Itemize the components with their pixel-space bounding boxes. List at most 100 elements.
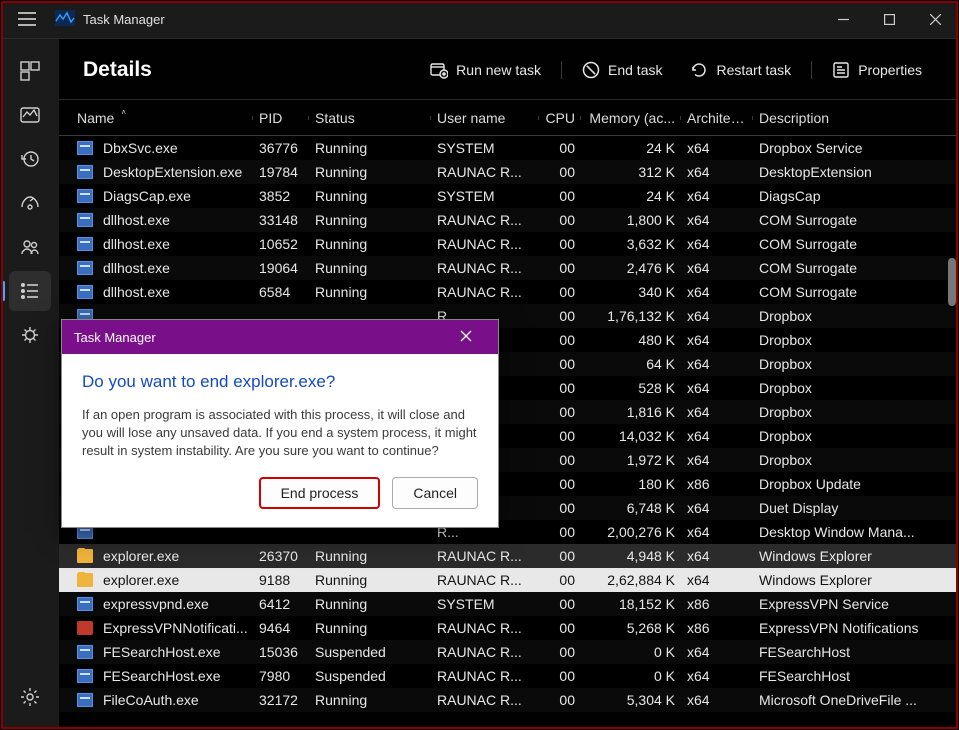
process-cpu: 00 [539,236,581,252]
process-memory: 0 K [581,644,681,660]
table-row[interactable]: dllhost.exe19064RunningRAUNAC R...002,47… [59,256,958,280]
process-name: ExpressVPNNotificati... [103,620,248,636]
nav-app-history[interactable] [9,139,51,179]
process-cpu: 00 [539,476,581,492]
process-arch: x64 [681,548,753,564]
process-description: Desktop Window Mana... [753,524,958,540]
end-process-button[interactable]: End process [259,477,381,509]
table-row[interactable]: dllhost.exe33148RunningRAUNAC R...001,80… [59,208,958,232]
nav-services[interactable] [9,315,51,355]
table-row[interactable]: explorer.exe26370RunningRAUNAC R...004,9… [59,544,958,568]
process-icon [77,237,93,251]
table-row[interactable]: expressvpnd.exe6412RunningSYSTEM0018,152… [59,592,958,616]
process-pid: 19064 [253,260,309,276]
nav-performance[interactable] [9,95,51,135]
window-maximize[interactable] [866,1,912,39]
table-row[interactable]: dllhost.exe6584RunningRAUNAC R...00340 K… [59,280,958,304]
dialog-titlebar[interactable]: Task Manager [62,320,498,354]
process-arch: x64 [681,500,753,516]
process-status: Running [309,164,431,180]
process-icon [77,141,93,155]
process-memory: 64 K [581,356,681,372]
process-description: Dropbox Service [753,140,958,156]
process-memory: 24 K [581,188,681,204]
table-row[interactable]: explorer.exe9188RunningRAUNAC R...002,62… [59,568,958,592]
process-cpu: 00 [539,620,581,636]
process-name: dllhost.exe [103,284,170,300]
column-cpu[interactable]: CPU [539,110,581,126]
process-name: DbxSvc.exe [103,140,178,156]
process-cpu: 00 [539,428,581,444]
process-pid: 36776 [253,140,309,156]
process-arch: x64 [681,404,753,420]
column-memory[interactable]: Memory (ac... [581,110,681,126]
process-arch: x64 [681,692,753,708]
process-memory: 480 K [581,332,681,348]
column-name[interactable]: Name˄ [71,110,253,126]
properties-button[interactable]: Properties [820,55,934,85]
process-description: COM Surrogate [753,284,958,300]
process-name: explorer.exe [103,548,179,564]
process-status: Running [309,188,431,204]
nav-processes[interactable] [9,51,51,91]
table-row[interactable]: FESearchHost.exe7980SuspendedRAUNAC R...… [59,664,958,688]
process-pid: 6584 [253,284,309,300]
process-icon [77,621,93,635]
hamburger-menu[interactable] [1,11,53,29]
process-description: ExpressVPN Notifications [753,620,958,636]
window-minimize[interactable] [820,1,866,39]
restart-task-button[interactable]: Restart task [678,55,803,85]
nav-startup[interactable] [9,183,51,223]
process-user: RAUNAC R... [431,260,539,276]
process-user: SYSTEM [431,188,539,204]
action-label: Properties [858,62,922,78]
table-row[interactable]: DesktopExtension.exe19784RunningRAUNAC R… [59,160,958,184]
nav-settings[interactable] [9,677,51,717]
column-pid[interactable]: PID [253,110,309,126]
table-row[interactable]: ExpressVPNNotificati...9464RunningRAUNAC… [59,616,958,640]
process-user: RAUNAC R... [431,548,539,564]
table-row[interactable]: FESearchHost.exe15036SuspendedRAUNAC R..… [59,640,958,664]
process-description: Dropbox [753,452,958,468]
action-label: Run new task [456,62,541,78]
column-description[interactable]: Description [753,110,958,126]
column-user[interactable]: User name [431,110,539,126]
process-pid: 32172 [253,692,309,708]
window-close[interactable] [912,1,958,39]
process-name: DiagsCap.exe [103,188,191,204]
run-new-task-button[interactable]: Run new task [418,55,553,85]
process-memory: 1,800 K [581,212,681,228]
process-description: Dropbox Update [753,476,958,492]
process-icon [77,669,93,683]
column-status[interactable]: Status [309,110,431,126]
process-memory: 2,476 K [581,260,681,276]
nav-details[interactable] [9,271,51,311]
process-pid: 6412 [253,596,309,612]
sidebar [1,39,59,729]
process-cpu: 00 [539,668,581,684]
column-architecture[interactable]: Architec... [681,110,753,126]
table-row[interactable]: DiagsCap.exe3852RunningSYSTEM0024 Kx64Di… [59,184,958,208]
table-row[interactable]: DbxSvc.exe36776RunningSYSTEM0024 Kx64Dro… [59,136,958,160]
nav-users[interactable] [9,227,51,267]
end-task-button[interactable]: End task [570,55,674,85]
divider [561,61,562,79]
process-status: Running [309,284,431,300]
dialog-close-button[interactable] [446,329,486,345]
table-row[interactable]: dllhost.exe10652RunningRAUNAC R...003,63… [59,232,958,256]
process-memory: 180 K [581,476,681,492]
cancel-button[interactable]: Cancel [392,477,478,509]
process-cpu: 00 [539,284,581,300]
dialog-heading: Do you want to end explorer.exe? [82,372,478,392]
table-row[interactable]: FileCoAuth.exe32172RunningRAUNAC R...005… [59,688,958,712]
scrollbar-thumb[interactable] [948,258,956,306]
process-arch: x64 [681,428,753,444]
process-cpu: 00 [539,452,581,468]
process-user: RAUNAC R... [431,668,539,684]
process-memory: 1,816 K [581,404,681,420]
process-cpu: 00 [539,212,581,228]
process-arch: x64 [681,644,753,660]
process-name: explorer.exe [103,572,179,588]
process-user: RAUNAC R... [431,164,539,180]
process-memory: 3,632 K [581,236,681,252]
